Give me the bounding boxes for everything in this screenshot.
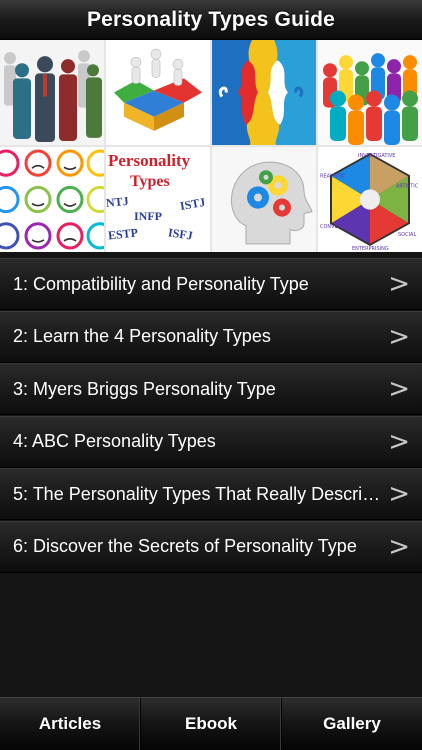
nav-bar: Personality Types Guide (0, 0, 422, 40)
personality-types-text-image[interactable]: Personality Types NTJ INFP ISTJ ESTP ISF… (106, 147, 210, 252)
puzzle-people-image[interactable] (106, 40, 210, 145)
type-code: ESTP (107, 225, 139, 243)
tile-subtitle: Types (130, 173, 170, 190)
list-item-myers-briggs[interactable]: 3: Myers Briggs Personality Type > (0, 363, 422, 416)
tab-ebook[interactable]: Ebook (141, 698, 282, 750)
page-title: Personality Types Guide (86, 7, 336, 31)
colorful-crowd-image[interactable] (318, 40, 422, 145)
type-code: NTJ (106, 193, 130, 211)
hex-label: INVESTIGATIVE (358, 153, 395, 159)
list-item-secrets[interactable]: 6: Discover the Secrets of Personality T… (0, 520, 422, 573)
list-item-learn-4-types[interactable]: 2: Learn the 4 Personality Types > (0, 310, 422, 363)
tab-bar: Articles Ebook Gallery (0, 697, 422, 750)
chevron-right-icon: > (388, 479, 410, 510)
list-item-label: 4: ABC Personality Types (13, 431, 216, 452)
chevron-right-icon: > (388, 374, 410, 405)
image-collage: Personality Types NTJ INFP ISTJ ESTP ISF… (0, 40, 422, 252)
emotion-faces-image[interactable] (0, 147, 104, 252)
hex-label: SOCIAL (398, 232, 416, 238)
list-item-label: 1: Compatibility and Personality Type (13, 273, 309, 294)
head-gears-image[interactable] (212, 147, 316, 252)
two-faces-image[interactable] (212, 40, 316, 145)
holland-hexagon-image[interactable]: INVESTIGATIVE ARTISTIC SOCIAL ENTERPRISI… (318, 147, 422, 252)
tab-gallery[interactable]: Gallery (282, 698, 422, 750)
tile-title: Personality (108, 151, 191, 170)
hex-label: ENTERPRISING (352, 246, 389, 252)
list-item-really-describe[interactable]: 5: The Personality Types That Really Des… (0, 468, 422, 521)
hex-label: REALISTIC (320, 173, 346, 179)
article-list: 1: Compatibility and Personality Type > … (0, 258, 422, 574)
list-item-abc-types[interactable]: 4: ABC Personality Types > (0, 415, 422, 468)
hex-label: ARTISTIC (396, 183, 419, 189)
chevron-right-icon: > (388, 531, 410, 562)
chevron-right-icon: > (388, 321, 410, 352)
list-item-label: 3: Myers Briggs Personality Type (13, 378, 276, 399)
list-item-compatibility[interactable]: 1: Compatibility and Personality Type > (0, 258, 422, 310)
chevron-right-icon: > (388, 269, 410, 299)
list-item-label: 5: The Personality Types That Really Des… (13, 483, 383, 504)
type-code: INFP (134, 209, 162, 223)
business-people-image[interactable] (0, 40, 104, 145)
type-code: ISFJ (167, 225, 194, 243)
chevron-right-icon: > (388, 426, 410, 457)
hex-label: CONVENTIONAL (320, 224, 360, 230)
type-code: ISTJ (178, 194, 207, 214)
list-item-label: 2: Learn the 4 Personality Types (13, 326, 271, 347)
tab-articles[interactable]: Articles (0, 698, 141, 750)
list-item-label: 6: Discover the Secrets of Personality T… (13, 536, 357, 557)
